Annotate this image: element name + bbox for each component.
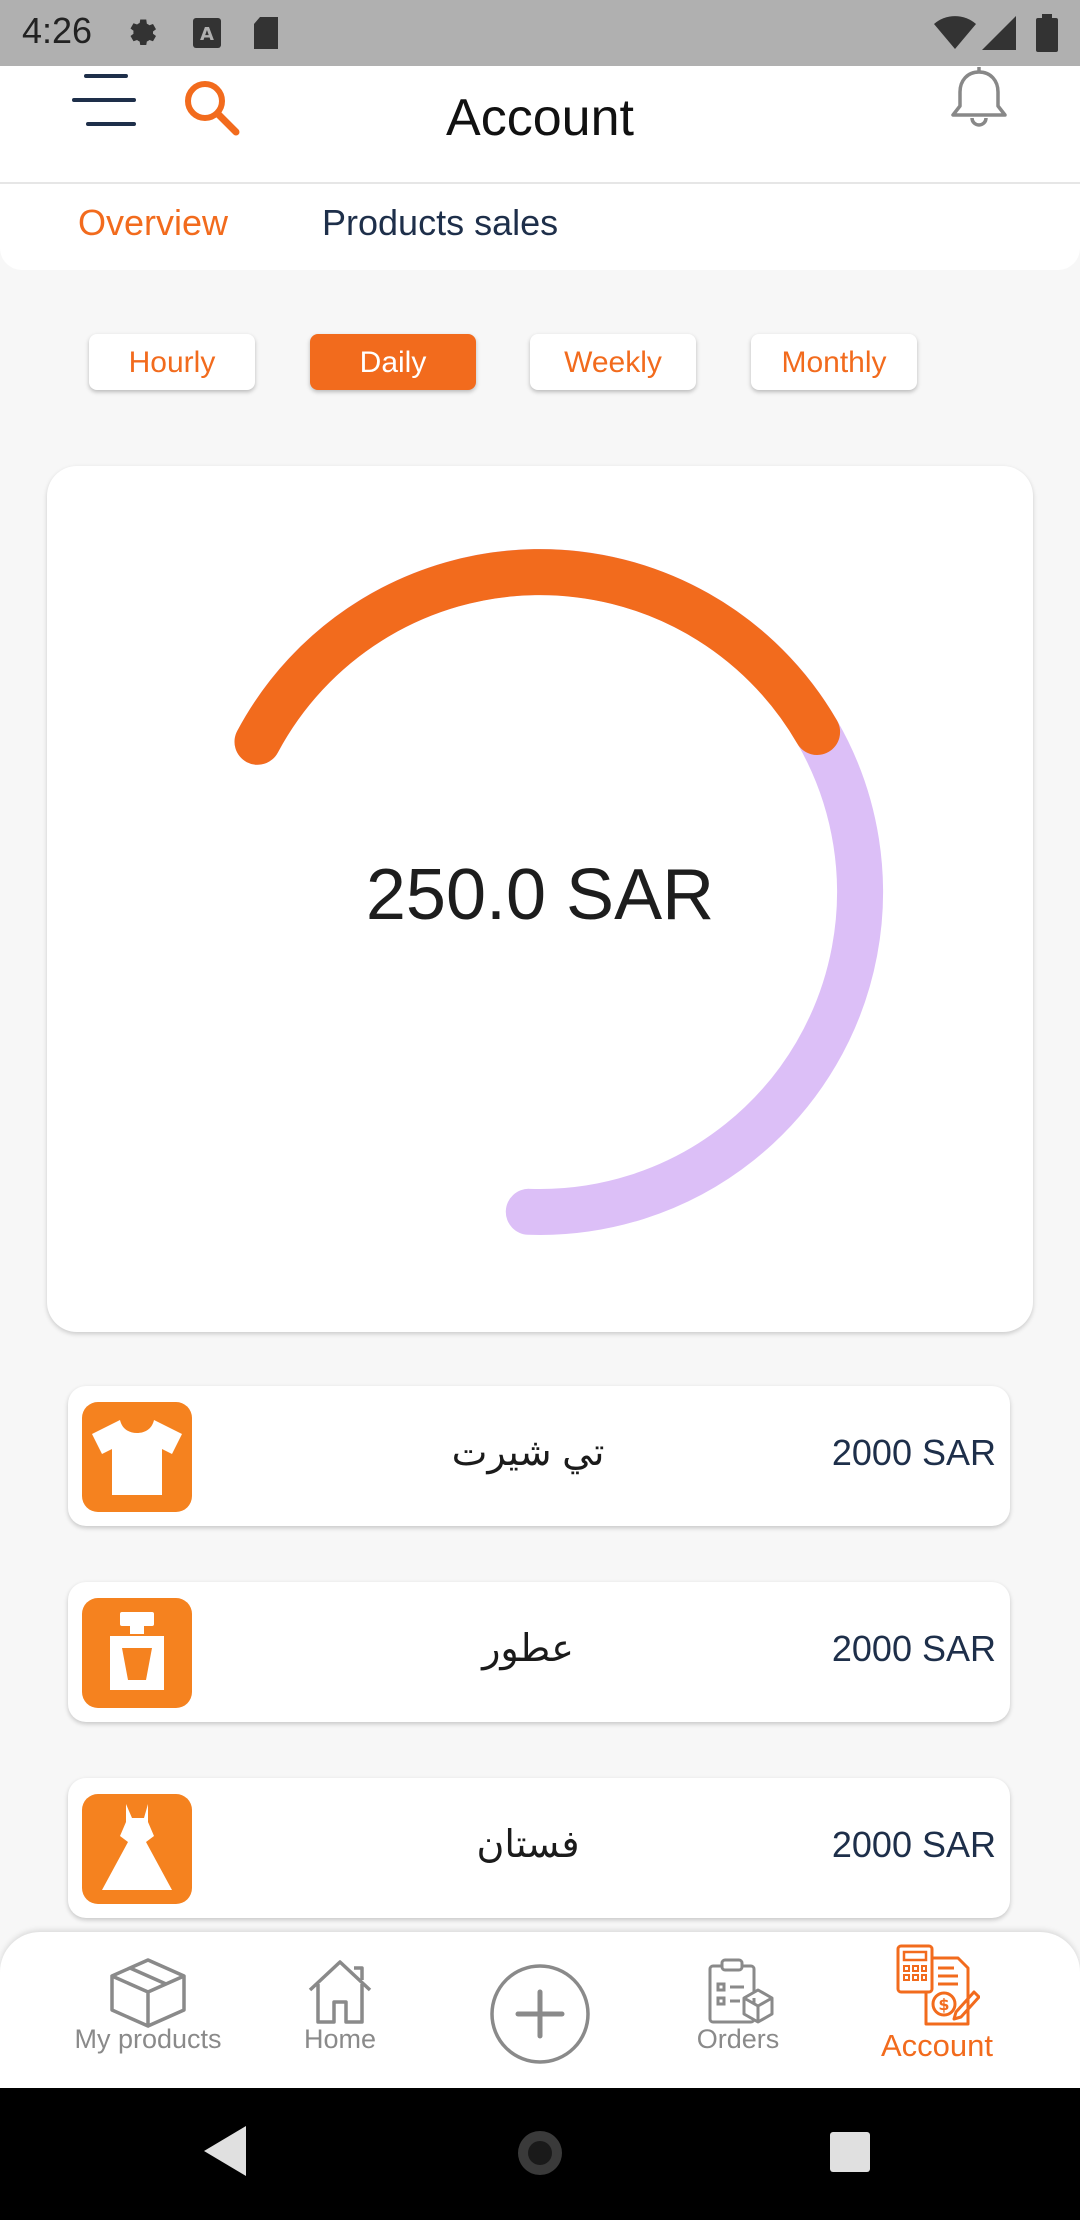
nav-account[interactable]: $ Account (866, 1932, 1008, 2088)
sales-gauge-card: 250.0 SAR (47, 466, 1033, 1332)
wifi-icon (934, 16, 976, 49)
nav-label: My products (74, 2024, 222, 2054)
tshirt-icon (82, 1402, 192, 1512)
nav-home[interactable]: Home (272, 1932, 408, 2088)
recents-icon[interactable] (828, 2130, 872, 2174)
home-circle-icon[interactable] (508, 2124, 572, 2182)
notification-bell-icon[interactable] (946, 66, 1012, 132)
back-icon[interactable] (200, 2124, 248, 2178)
product-name: فستان (476, 1824, 580, 1866)
top-app-bar: Account (0, 66, 1080, 184)
nav-label: Home (303, 2024, 377, 2054)
tab-bar: Overview Products sales (0, 184, 1080, 270)
nav-label: Orders (696, 2024, 780, 2054)
product-row[interactable]: فستان 2000 SAR (68, 1778, 1010, 1918)
nav-orders[interactable]: Orders (668, 1932, 808, 2088)
period-monthly-button[interactable]: Monthly (751, 334, 917, 390)
account-icon: $ (896, 1944, 980, 2026)
home-icon (308, 1960, 372, 2024)
svg-text:$: $ (938, 1995, 949, 2014)
nav-label: Account (880, 2028, 993, 2063)
nav-my-products[interactable]: My products (50, 1932, 246, 2088)
box-icon (110, 1958, 186, 2028)
tab-overview[interactable]: Overview (78, 202, 228, 244)
product-row[interactable]: عطور 2000 SAR (68, 1582, 1010, 1722)
gauge-value: 250.0 SAR (365, 855, 715, 935)
product-price: 2000 SAR (831, 1432, 996, 1473)
bottom-navigation: My products Home Orders $ Account (0, 1932, 1080, 2088)
perfume-icon (82, 1598, 192, 1708)
product-row[interactable]: تي شيرت 2000 SAR (68, 1386, 1010, 1526)
system-navigation-bar (0, 2088, 1080, 2220)
orders-icon (708, 1958, 774, 2024)
tab-products-sales[interactable]: Products sales (322, 202, 558, 244)
gauge-fill (234, 549, 841, 765)
status-bar: 4:26 A (0, 0, 1080, 66)
product-name: عطور (482, 1628, 574, 1670)
signal-icon (982, 16, 1016, 50)
nav-add-button[interactable] (480, 1932, 600, 2088)
product-price: 2000 SAR (831, 1824, 996, 1865)
product-name: تي شيرت (451, 1432, 605, 1474)
status-time: 4:26 (22, 10, 93, 51)
sd-card-icon (254, 17, 278, 49)
settings-icon (130, 19, 156, 45)
period-hourly-button[interactable]: Hourly (89, 334, 255, 390)
svg-text:A: A (200, 24, 214, 45)
period-daily-button[interactable]: Daily (310, 334, 476, 390)
font-icon: A (193, 18, 221, 48)
period-weekly-button[interactable]: Weekly (530, 334, 696, 390)
battery-icon (1036, 14, 1058, 52)
product-price: 2000 SAR (831, 1628, 996, 1669)
add-icon (490, 1964, 590, 2064)
page-title: Account (446, 89, 634, 147)
dress-icon (82, 1794, 192, 1904)
